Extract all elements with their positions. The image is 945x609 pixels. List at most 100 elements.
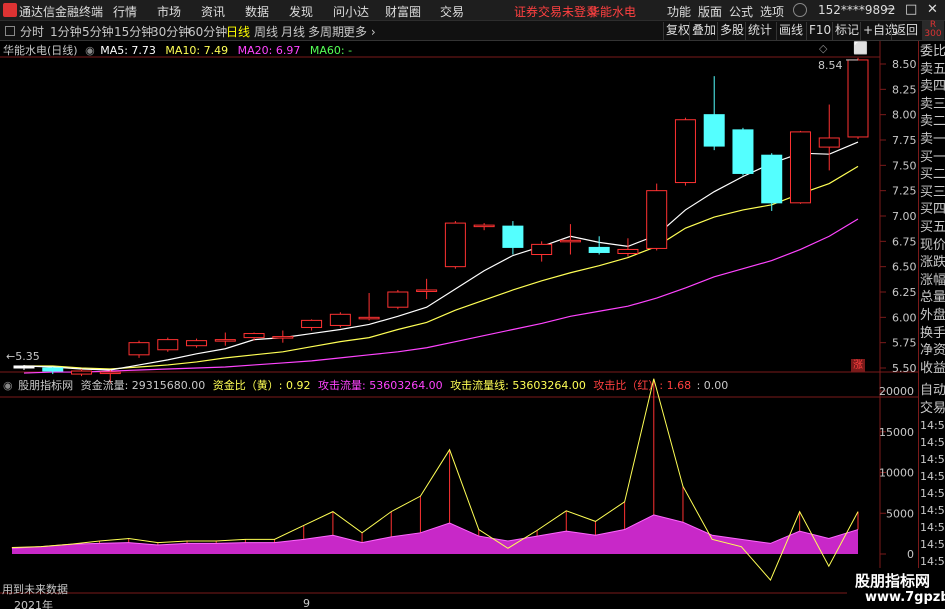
candle-body bbox=[732, 129, 754, 174]
square-icon[interactable] bbox=[5, 26, 15, 36]
minimize-button[interactable]: − bbox=[885, 2, 896, 17]
title-bar: 通达信金融终端 行情 市场 资讯 数据 发现 问小达 财富圈 交易 证券交易未登… bbox=[0, 0, 945, 21]
close-button[interactable]: ✕ bbox=[927, 2, 938, 17]
high-price-label: 8.54 bbox=[818, 59, 843, 72]
main-info-line: 华能水电(日线) ◉ MA5: 7.73 MA10: 7.49 MA20: 6.… bbox=[3, 42, 352, 58]
price-tick-label: 6.25 bbox=[892, 286, 917, 299]
tongji-button[interactable]: 统计 bbox=[745, 22, 774, 40]
attack-flow-line: 攻击流量线: 53603264.00 bbox=[450, 379, 586, 392]
side-item[interactable]: 现价 bbox=[920, 238, 945, 254]
tf-daily[interactable]: 日线 bbox=[226, 23, 250, 40]
menu-hangqing[interactable]: 行情 bbox=[113, 3, 137, 20]
tf-15min[interactable]: 15分钟 bbox=[114, 23, 153, 40]
tf-monthly[interactable]: 月线 bbox=[281, 23, 305, 40]
candle-body bbox=[128, 342, 150, 356]
indicator-name: 股朋指标网 bbox=[18, 379, 74, 392]
menu-faxian[interactable]: 发现 bbox=[289, 3, 313, 20]
side-item[interactable]: 换手 bbox=[920, 326, 945, 342]
biaoji-button[interactable]: 标记 bbox=[832, 22, 861, 40]
candle-body bbox=[789, 131, 811, 204]
price-tick-label: 8.50 bbox=[892, 58, 917, 71]
side-time: 14:56 bbox=[920, 538, 945, 551]
side-item[interactable]: 收益 bbox=[920, 361, 945, 377]
candle bbox=[387, 289, 409, 310]
candle bbox=[732, 127, 754, 176]
side-item[interactable]: 卖四 bbox=[920, 79, 945, 95]
candle bbox=[502, 221, 524, 255]
candle bbox=[272, 330, 294, 343]
side-item[interactable]: 外盘 bbox=[920, 308, 945, 324]
side-item[interactable]: 买五 bbox=[920, 220, 945, 236]
chart-svg: 8.50 8.25 8.00 7.75 7.50 7.25 7.00 6.75 6.50 6.25… bbox=[0, 41, 918, 609]
side-item[interactable]: 总量 bbox=[920, 290, 945, 306]
ind-tick-label: 0 bbox=[907, 548, 914, 561]
menu-caifuquan[interactable]: 财富圈 bbox=[385, 3, 421, 20]
maximize-button[interactable]: □ bbox=[905, 2, 917, 17]
fuquan-button[interactable]: 复权 bbox=[663, 22, 692, 40]
candle-body bbox=[559, 239, 581, 243]
duogu-button[interactable]: 多股 bbox=[717, 22, 746, 40]
candle-body bbox=[272, 336, 294, 339]
menu-shichang[interactable]: 市场 bbox=[157, 3, 181, 20]
candle bbox=[588, 236, 610, 255]
f10-button[interactable]: F10 bbox=[806, 22, 833, 40]
side-item[interactable]: 净资 bbox=[920, 343, 945, 359]
side-item[interactable]: 涨跌 bbox=[920, 255, 945, 271]
side-item[interactable]: 买二 bbox=[920, 167, 945, 183]
candle-body bbox=[646, 190, 668, 249]
side-item[interactable]: 委比 bbox=[920, 44, 945, 60]
side-item[interactable]: 卖一 bbox=[920, 132, 945, 148]
attack-flow: 攻击流量: 53603264.00 bbox=[318, 379, 443, 392]
tf-fenshi[interactable]: 分时 bbox=[20, 23, 44, 40]
price-tick-label: 8.25 bbox=[892, 83, 917, 96]
menu-xuanxiang[interactable]: 选项 bbox=[760, 3, 784, 20]
tf-multi[interactable]: 多周期 bbox=[308, 23, 344, 40]
menu-jiaoyi[interactable]: 交易 bbox=[440, 3, 464, 20]
menu-zixun[interactable]: 资讯 bbox=[201, 3, 225, 20]
attack-flow-area bbox=[12, 514, 858, 554]
diejia-button[interactable]: 叠加 bbox=[689, 22, 718, 40]
back-button[interactable]: 返回 bbox=[891, 22, 920, 40]
side-item[interactable]: 卖三 bbox=[920, 97, 945, 113]
side-lower-item[interactable]: 自动 bbox=[920, 383, 945, 399]
ma5-label: MA5: 7.73 bbox=[100, 44, 156, 57]
tf-5min[interactable]: 5分钟 bbox=[82, 23, 114, 40]
tf-more[interactable]: 更多 › bbox=[343, 23, 376, 40]
menu-wenxiaoda[interactable]: 问小达 bbox=[333, 3, 369, 20]
candle bbox=[818, 104, 840, 171]
candle-body bbox=[588, 246, 610, 253]
menu-banmian[interactable]: 版面 bbox=[698, 3, 722, 20]
account-id[interactable]: 152****9892 bbox=[818, 3, 895, 17]
side-item[interactable]: 卖二 bbox=[920, 114, 945, 130]
side-item[interactable]: 买四 bbox=[920, 202, 945, 218]
tf-1min[interactable]: 1分钟 bbox=[50, 23, 82, 40]
side-item[interactable]: 卖五 bbox=[920, 62, 945, 78]
indicator-info-line: ◉ 股朋指标网 资金流量: 29315680.00 资金比（黄）: 0.92 攻… bbox=[3, 377, 728, 393]
huaxian-button[interactable]: 画线 bbox=[776, 22, 805, 40]
tf-60min[interactable]: 60分钟 bbox=[188, 23, 227, 40]
tf-30min[interactable]: 30分钟 bbox=[151, 23, 190, 40]
diamond-icon[interactable]: ◇ bbox=[819, 42, 827, 55]
candle-body bbox=[531, 243, 553, 256]
price-tick-label: 7.75 bbox=[892, 134, 917, 147]
side-item[interactable]: 涨幅 bbox=[920, 273, 945, 289]
side-item[interactable]: 买一 bbox=[920, 150, 945, 166]
candle-body bbox=[214, 339, 236, 342]
user-avatar-icon[interactable] bbox=[793, 3, 807, 17]
side-item[interactable]: 买三 bbox=[920, 185, 945, 201]
menu-shuju[interactable]: 数据 bbox=[245, 3, 269, 20]
candle-body bbox=[387, 291, 409, 308]
menu-gongshi[interactable]: 公式 bbox=[729, 3, 753, 20]
tf-weekly[interactable]: 周线 bbox=[254, 23, 278, 40]
indicator-circle-icon[interactable]: ◉ bbox=[3, 379, 13, 392]
login-warning[interactable]: 证券交易未登录 bbox=[514, 3, 598, 20]
settings-circle-icon[interactable]: ◉ bbox=[85, 44, 95, 57]
stock-label: 华能水电(日线) bbox=[3, 44, 78, 57]
expand-icon[interactable]: ⬜ bbox=[853, 41, 868, 55]
menu-gongneng[interactable]: 功能 bbox=[667, 3, 691, 20]
candle-body bbox=[329, 313, 351, 326]
footer-text: 用到未来数据 bbox=[2, 583, 68, 596]
side-lower-item[interactable]: 交易 bbox=[920, 401, 945, 417]
low-price-label: ←5.35 bbox=[6, 350, 40, 363]
app-logo-icon bbox=[3, 3, 17, 17]
